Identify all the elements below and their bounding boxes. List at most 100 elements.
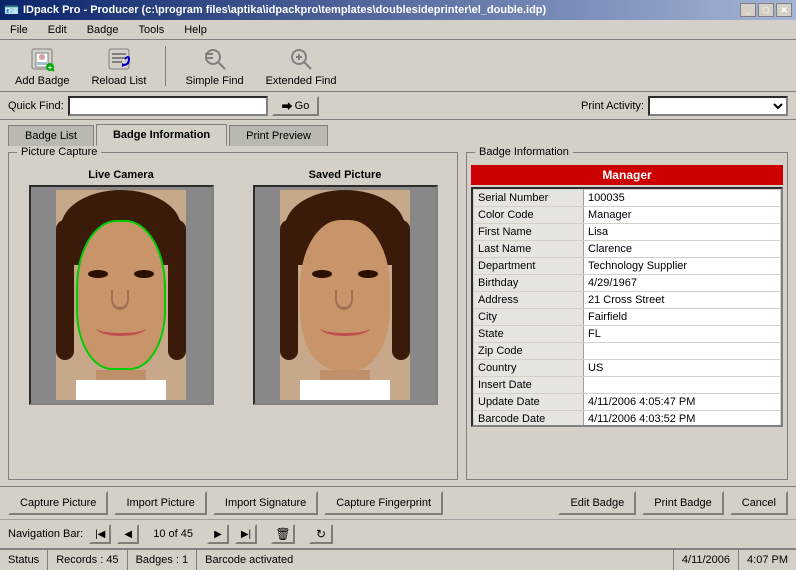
live-camera-column: Live Camera <box>29 169 214 405</box>
nav-first-button[interactable]: |◀ <box>89 524 111 544</box>
live-camera-label: Live Camera <box>88 169 153 181</box>
simple-find-label: Simple Find <box>185 75 243 87</box>
badge-field-value: 4/11/2006 4:05:47 PM <box>584 394 781 411</box>
add-badge-button[interactable]: + Add Badge <box>8 42 76 90</box>
badge-field-label: Country <box>474 360 584 377</box>
badge-info-row: First NameLisa <box>474 224 781 241</box>
badge-info-row: Update Date4/11/2006 4:05:47 PM <box>474 394 781 411</box>
badge-field-value: 21 Cross Street <box>584 292 781 309</box>
badge-field-value <box>584 343 781 360</box>
badge-field-label: Department <box>474 258 584 275</box>
menu-tools[interactable]: Tools <box>133 22 171 38</box>
nav-bar-label: Navigation Bar: <box>8 528 83 540</box>
badge-info-row: StateFL <box>474 326 781 343</box>
badge-field-label: Update Date <box>474 394 584 411</box>
badge-header: Manager <box>471 165 783 185</box>
tab-badge-information[interactable]: Badge Information <box>96 124 227 146</box>
picture-capture-title: Picture Capture <box>17 146 101 158</box>
nav-next-button[interactable]: ▶ <box>207 524 229 544</box>
status-records: Records : 45 <box>48 550 127 570</box>
badge-field-label: Barcode Date <box>474 411 584 428</box>
status-time: 4:07 PM <box>739 550 796 570</box>
reload-icon <box>105 45 133 73</box>
simple-find-button[interactable]: Simple Find <box>178 42 250 90</box>
tab-print-preview[interactable]: Print Preview <box>229 125 328 146</box>
badge-field-value: Fairfield <box>584 309 781 326</box>
add-badge-label: Add Badge <box>15 75 69 87</box>
toolbar: + Add Badge Reload List <box>0 40 796 92</box>
status-barcode: Barcode activated <box>197 550 674 570</box>
main-content: Picture Capture Live Camera <box>0 146 796 486</box>
capture-picture-button[interactable]: Capture Picture <box>8 491 108 515</box>
menu-help[interactable]: Help <box>178 22 213 38</box>
tab-bar: Badge List Badge Information Print Previ… <box>0 120 796 146</box>
badge-info-row: CountryUS <box>474 360 781 377</box>
badge-field-label: Birthday <box>474 275 584 292</box>
badge-info-row: Color CodeManager <box>474 207 781 224</box>
badge-info-row: CityFairfield <box>474 309 781 326</box>
menu-badge[interactable]: Badge <box>81 22 125 38</box>
cancel-button[interactable]: Cancel <box>730 491 788 515</box>
status-bar: Status Records : 45 Badges : 1 Barcode a… <box>0 548 796 570</box>
extended-find-icon <box>287 45 315 73</box>
tab-badge-list[interactable]: Badge List <box>8 125 94 146</box>
badge-field-value: Manager <box>584 207 781 224</box>
menu-edit[interactable]: Edit <box>42 22 73 38</box>
print-badge-button[interactable]: Print Badge <box>642 491 723 515</box>
capture-fingerprint-button[interactable]: Capture Fingerprint <box>324 491 443 515</box>
title-bar: 🪪 IDpack Pro - Producer (c:\program file… <box>0 0 796 20</box>
saved-picture-column: Saved Picture <box>253 169 438 405</box>
badge-field-label: City <box>474 309 584 326</box>
import-picture-button[interactable]: Import Picture <box>114 491 206 515</box>
extended-find-button[interactable]: Extended Find <box>259 42 344 90</box>
simple-find-icon <box>201 45 229 73</box>
badge-field-label: State <box>474 326 584 343</box>
svg-text:+: + <box>48 65 52 72</box>
badge-info-row: Serial Number100035 <box>474 190 781 207</box>
badge-field-label: Last Name <box>474 241 584 258</box>
badge-field-label: Address <box>474 292 584 309</box>
badge-field-value: US <box>584 360 781 377</box>
reload-list-button[interactable]: Reload List <box>84 42 153 90</box>
badge-info-row: Birthday4/29/1967 <box>474 275 781 292</box>
print-activity-select[interactable] <box>648 96 788 116</box>
badge-field-value <box>584 377 781 394</box>
toolbar-separator <box>165 46 166 86</box>
badge-info-row: Zip Code <box>474 343 781 360</box>
extended-find-label: Extended Find <box>266 75 337 87</box>
print-activity-label: Print Activity: <box>581 100 644 112</box>
go-button[interactable]: ⮕ Go <box>272 96 320 116</box>
badge-field-value: Clarence <box>584 241 781 258</box>
badge-field-value: 100035 <box>584 190 781 207</box>
badge-info-panel-title: Badge Information <box>475 146 573 158</box>
badge-info-panel: Badge Information Manager Serial Number1… <box>466 152 788 480</box>
badge-info-scroll[interactable]: Serial Number100035Color CodeManagerFirs… <box>471 187 783 427</box>
import-signature-button[interactable]: Import Signature <box>213 491 318 515</box>
saved-picture-frame <box>253 185 438 405</box>
add-badge-icon: + <box>28 45 56 73</box>
status-date: 4/11/2006 <box>674 550 739 570</box>
go-arrow-icon: ⮕ <box>282 98 293 114</box>
app-icon: 🪪 <box>4 3 19 17</box>
badge-field-value: FL <box>584 326 781 343</box>
action-buttons-bar: Capture Picture Import Picture Import Si… <box>0 486 796 519</box>
edit-badge-button[interactable]: Edit Badge <box>558 491 636 515</box>
nav-delete-button[interactable]: 🗑 <box>271 524 295 544</box>
go-label: Go <box>295 100 310 112</box>
nav-last-button[interactable]: ▶| <box>235 524 257 544</box>
nav-count: 10 of 45 <box>145 528 201 540</box>
badge-info-row: Barcode Date4/11/2006 4:03:52 PM <box>474 411 781 428</box>
badge-field-label: Color Code <box>474 207 584 224</box>
close-button[interactable]: ✕ <box>776 3 792 17</box>
badge-field-label: First Name <box>474 224 584 241</box>
quick-find-input[interactable] <box>68 96 268 116</box>
nav-refresh-button[interactable]: ↻ <box>309 524 333 544</box>
menu-bar: File Edit Badge Tools Help <box>0 20 796 40</box>
menu-file[interactable]: File <box>4 22 34 38</box>
badge-info-table: Serial Number100035Color CodeManagerFirs… <box>473 189 781 427</box>
minimize-button[interactable]: _ <box>740 3 756 17</box>
badge-info-row: Address21 Cross Street <box>474 292 781 309</box>
nav-prev-button[interactable]: ◀ <box>117 524 139 544</box>
badge-field-value: Lisa <box>584 224 781 241</box>
maximize-button[interactable]: □ <box>758 3 774 17</box>
